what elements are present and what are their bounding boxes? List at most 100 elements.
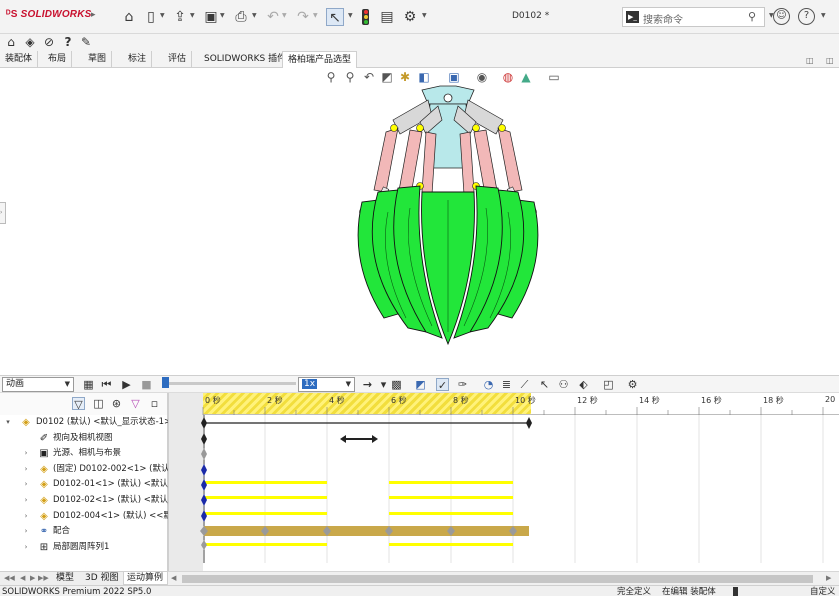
tab-3d-views[interactable]: 3D 视图 <box>82 572 122 585</box>
contact-icon[interactable]: ⚇ <box>557 378 570 391</box>
timeline-horizontal-scrollbar[interactable]: ◀ ▶ <box>168 571 839 585</box>
redo-dropdown-icon[interactable]: ▼ <box>313 12 318 19</box>
options-gear-icon[interactable]: ⚙ <box>401 8 419 26</box>
tab-markup[interactable]: 标注 <box>123 51 153 68</box>
new-file-icon[interactable]: ▯ <box>142 8 160 26</box>
tab-sketch[interactable]: 草图 <box>83 51 113 68</box>
filter-driving-icon[interactable]: ◫ <box>92 397 105 410</box>
save-icon[interactable]: ▣ <box>202 8 220 26</box>
view-settings-icon[interactable]: ▭ <box>547 70 561 84</box>
hide-show-icon[interactable]: ⊘ <box>42 35 56 49</box>
open-icon[interactable]: ⇪ <box>171 8 189 26</box>
redo-icon[interactable]: ↷ <box>294 8 312 26</box>
time-slider-thumb[interactable] <box>162 377 169 388</box>
expand-icon[interactable]: › <box>22 493 30 508</box>
expand-icon[interactable]: › <box>22 462 30 477</box>
next-tab-icon[interactable]: ▶ <box>30 574 35 582</box>
home-small-icon[interactable]: ⌂ <box>4 35 18 49</box>
motion-study-properties-icon[interactable]: ⚙ <box>626 378 639 391</box>
tree-row-part-004[interactable]: › ◈ D0102-004<1> (默认) <<默 <box>0 509 168 524</box>
spring-icon[interactable]: ≣ <box>500 378 513 391</box>
user-account-icon[interactable]: ☺ <box>773 8 790 25</box>
filter-results-icon[interactable]: ▽ <box>129 397 142 410</box>
tree-row-lights[interactable]: › ▣ 光源、相机与布景 <box>0 446 168 461</box>
playback-mode-dropdown-icon[interactable]: ▾ <box>377 378 390 391</box>
expand-icon[interactable]: › <box>22 477 30 492</box>
calculate-icon[interactable]: ▦ <box>82 378 95 391</box>
tab-product-selection[interactable]: 格柏瑞产品选型 <box>282 51 358 68</box>
scrollbar-thumb[interactable] <box>182 575 813 583</box>
tree-row-part-002[interactable]: › ◈ (固定) D0102-002<1> (默认) <box>0 462 168 477</box>
expand-icon[interactable]: › <box>22 446 30 461</box>
filter-dropdown-icon[interactable]: ▫ <box>148 397 161 410</box>
help-question-icon[interactable]: ? <box>61 35 75 49</box>
feature-tree-flyout-handle[interactable]: › <box>0 202 6 224</box>
rebuild-icon[interactable]: ▤ <box>378 8 396 26</box>
zoom-to-fit-icon[interactable]: ⚲ <box>324 70 338 84</box>
graphics-area[interactable]: ⚲ ⚲ ↶ ◩ ✱ ◧ ▣ ◉ ◍ ▲ ▭ › <box>0 68 839 375</box>
timeline-tracks[interactable] <box>168 393 839 571</box>
expand-icon[interactable]: › <box>22 540 30 555</box>
motor-icon[interactable]: ◔ <box>482 378 495 391</box>
tab-model[interactable]: 模型 <box>53 572 77 585</box>
last-tab-icon[interactable]: ▶▶ <box>38 574 49 582</box>
open-dropdown-icon[interactable]: ▼ <box>190 12 195 19</box>
tab-motion-study-1[interactable]: 运动算例 1 <box>123 572 168 596</box>
expand-icon[interactable]: › <box>22 509 30 524</box>
solidworks-logo[interactable]: ᴰS SOLIDWORKS <box>6 9 92 20</box>
playback-mode-arrow-icon[interactable]: → <box>361 378 374 391</box>
search-input[interactable]: ▶_ 搜索命令 ⚲ <box>622 7 765 27</box>
edit-pencil-icon[interactable]: ✎ <box>79 35 93 49</box>
expand-icon[interactable]: › <box>22 524 30 539</box>
tab-assembly[interactable]: 装配体 <box>0 51 39 68</box>
timeline-area[interactable]: 0 秒 2 秒 4 秒 6 秒 8 秒 10 秒 12 秒 14 秒 16 秒 … <box>168 393 839 571</box>
print-icon[interactable]: ⎙ <box>232 8 250 26</box>
search-icon[interactable]: ⚲ <box>748 10 756 23</box>
scroll-left-icon[interactable]: ◀ <box>171 574 176 582</box>
home-icon[interactable]: ⌂ <box>120 8 138 26</box>
results-plots-icon[interactable]: ◰ <box>602 378 615 391</box>
select-icon[interactable]: ↖ <box>326 8 344 26</box>
help-icon[interactable]: ? <box>798 8 815 25</box>
grab-bucket-model[interactable] <box>348 82 548 354</box>
prev-tab-icon[interactable]: ◀ <box>20 574 25 582</box>
add-key-icon[interactable]: ✑ <box>456 378 469 391</box>
filter-selected-icon[interactable]: ⊛ <box>110 397 123 410</box>
tab-solidworks-addins[interactable]: SOLIDWORKS 插件 <box>199 51 293 68</box>
filter-animated-icon[interactable]: ▽ <box>72 397 85 411</box>
select-dropdown-icon[interactable]: ▼ <box>348 12 353 19</box>
tree-row-view-camera[interactable]: ✐ 视向及相机视图 <box>0 431 168 446</box>
panel-expand-icon[interactable]: ◫ <box>826 56 834 65</box>
stop-icon[interactable]: ■ <box>140 378 153 391</box>
print-dropdown-icon[interactable]: ▼ <box>252 12 257 19</box>
new-file-dropdown-icon[interactable]: ▼ <box>160 12 165 19</box>
tree-timeline-splitter[interactable] <box>168 393 169 571</box>
force-icon[interactable]: ↖ <box>538 378 551 391</box>
damper-icon[interactable]: ⟋ <box>518 378 531 391</box>
tab-layout[interactable]: 布局 <box>43 51 73 68</box>
save-dropdown-icon[interactable]: ▼ <box>220 12 225 19</box>
help-dropdown-icon[interactable]: ▼ <box>821 12 826 19</box>
undo-dropdown-icon[interactable]: ▼ <box>282 12 287 19</box>
tree-row-assembly[interactable]: ▾ ◈ D0102 (默认) <默认_显示状态-1> <box>0 415 168 430</box>
collapse-icon[interactable]: ▾ <box>4 415 12 430</box>
options-dropdown-icon[interactable]: ▼ <box>422 12 427 19</box>
layers-icon[interactable]: ◈ <box>23 35 37 49</box>
gravity-icon[interactable]: ⬖ <box>577 378 590 391</box>
study-type-select[interactable]: 动画 ▼ <box>2 377 74 392</box>
tab-evaluate[interactable]: 评估 <box>163 51 193 68</box>
playback-speed-select[interactable]: 1x ▼ <box>298 377 355 392</box>
tree-row-part-01[interactable]: › ◈ D0102-01<1> (默认) <默认_ <box>0 477 168 492</box>
undo-icon[interactable]: ↶ <box>264 8 282 26</box>
panel-restore-icon[interactable]: ◫ <box>806 56 814 65</box>
scroll-right-icon[interactable]: ▶ <box>826 574 831 582</box>
logo-menu-arrow-icon[interactable]: ▸ <box>91 10 96 20</box>
save-animation-icon[interactable]: ▩ <box>390 378 403 391</box>
first-tab-icon[interactable]: ◀◀ <box>4 574 15 582</box>
tree-row-mates[interactable]: › ⚭ 配合 <box>0 524 168 539</box>
autokey-icon[interactable]: ✓ <box>436 378 449 392</box>
animation-wizard-icon[interactable]: ◩ <box>414 378 427 391</box>
tree-row-part-02[interactable]: › ◈ D0102-02<1> (默认) <默认_ <box>0 493 168 508</box>
traffic-light-icon[interactable] <box>362 9 369 25</box>
play-icon[interactable]: ▶ <box>120 378 133 391</box>
